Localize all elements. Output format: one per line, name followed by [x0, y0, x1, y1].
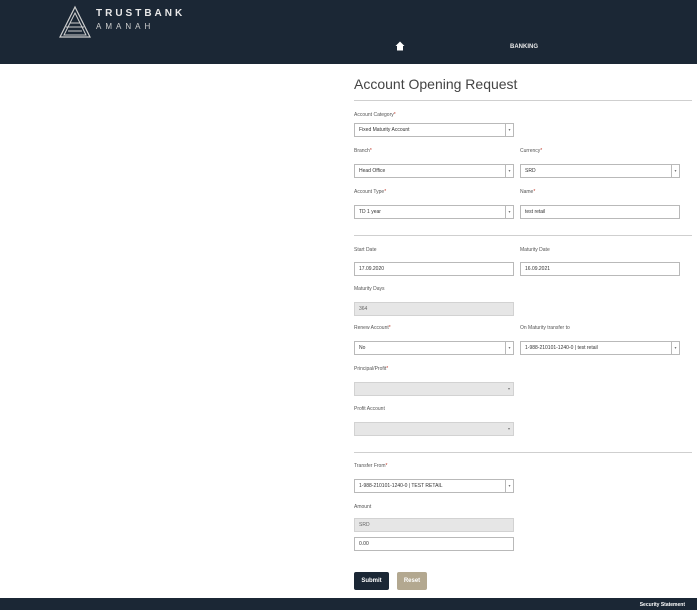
principal-profit-select[interactable]: ▾ [354, 382, 514, 396]
brand-subname: AMANAH [96, 22, 155, 31]
security-statement-link[interactable]: Security Statement [640, 602, 685, 608]
amount-label: Amount [354, 504, 372, 510]
transfer-from-select[interactable]: 1-988-210101-1240-0 | TEST RETAIL ▾ [354, 479, 514, 493]
chevron-down-icon: ▾ [505, 480, 513, 492]
transfer-from-label: Transfer From* [354, 463, 388, 469]
divider [354, 100, 692, 101]
start-date-input[interactable]: 17.09.2020 [354, 262, 514, 276]
maturity-days-label: Maturity Days [354, 286, 385, 292]
principal-profit-label: Principal/Profit* [354, 366, 389, 372]
logo-mark-icon [59, 5, 91, 38]
chevron-down-icon: ▾ [671, 342, 679, 354]
divider [354, 452, 692, 453]
reset-button[interactable]: Reset [397, 572, 427, 590]
nav-banking[interactable]: BANKING [510, 44, 538, 50]
maturity-days-field: 364 [354, 302, 514, 316]
home-icon[interactable] [395, 41, 405, 51]
account-category-label: Account Category* [354, 112, 396, 118]
on-maturity-transfer-label: On Maturity transfer to [520, 325, 570, 331]
currency-select[interactable]: SRD ▾ [520, 164, 680, 178]
chevron-down-icon: ▾ [505, 342, 513, 354]
chevron-down-icon: ▾ [505, 206, 513, 218]
branch-label: Branch* [354, 148, 372, 154]
name-input[interactable]: test retail [520, 205, 680, 219]
footer-bar: Security Statement [0, 598, 697, 610]
chevron-down-icon: ▾ [671, 165, 679, 177]
maturity-date-input[interactable]: 16.09.2021 [520, 262, 680, 276]
maturity-date-label: Maturity Date [520, 247, 550, 253]
amount-currency-field: SRD [354, 518, 514, 532]
chevron-down-icon: ▾ [507, 426, 510, 431]
page-title: Account Opening Request [354, 76, 518, 92]
amount-input[interactable]: 0.00 [354, 537, 514, 551]
brand-logo[interactable]: TRUSTBANK AMANAH [58, 5, 193, 39]
account-type-select[interactable]: TD 1 year ▾ [354, 205, 514, 219]
account-type-label: Account Type* [354, 189, 387, 195]
currency-label: Currency* [520, 148, 543, 154]
chevron-down-icon: ▾ [507, 386, 510, 391]
divider [354, 235, 692, 236]
profit-account-label: Profit Account [354, 406, 385, 412]
start-date-label: Start Date [354, 247, 377, 253]
submit-button[interactable]: Submit [354, 572, 389, 590]
chevron-down-icon: ▾ [505, 165, 513, 177]
top-navbar: TRUSTBANK AMANAH BANKING [0, 0, 697, 64]
account-category-select[interactable]: Fixed Maturity Account ▾ [354, 123, 514, 137]
renew-account-label: Renew Account* [354, 325, 391, 331]
profit-account-select[interactable]: ▾ [354, 422, 514, 436]
branch-select[interactable]: Head Office ▾ [354, 164, 514, 178]
name-label: Name* [520, 189, 536, 195]
renew-account-select[interactable]: No ▾ [354, 341, 514, 355]
on-maturity-transfer-select[interactable]: 1-988-210101-1240-0 | test retail ▾ [520, 341, 680, 355]
brand-name: TRUSTBANK [96, 8, 186, 19]
chevron-down-icon: ▾ [505, 124, 513, 136]
